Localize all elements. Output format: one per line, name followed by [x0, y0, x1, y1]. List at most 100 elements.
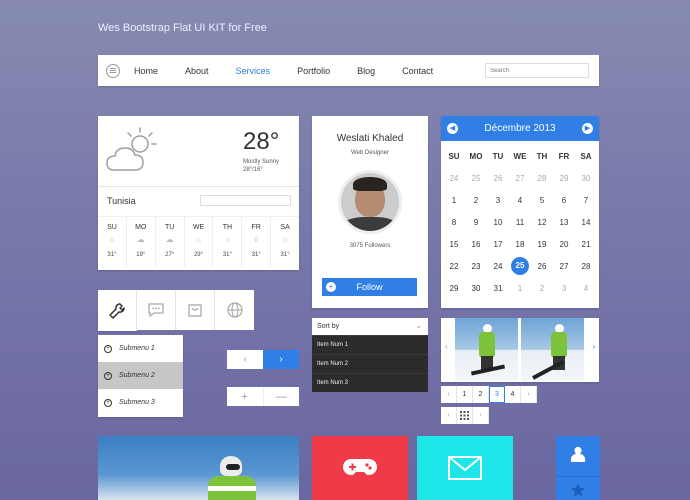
photo-tile: [98, 436, 299, 500]
dropdown-item[interactable]: Item Num 1: [312, 335, 428, 354]
calendar-day[interactable]: 27: [553, 255, 575, 277]
games-tile[interactable]: [312, 436, 408, 500]
calendar-day[interactable]: 10: [487, 211, 509, 233]
calendar-day[interactable]: 23: [465, 255, 487, 277]
dropdown-toggle[interactable]: Sort by ⌄: [312, 318, 428, 335]
calendar-day[interactable]: 24: [443, 167, 465, 189]
nav-about[interactable]: About: [185, 66, 209, 76]
calendar-day[interactable]: 29: [443, 277, 465, 299]
nav-home[interactable]: Home: [134, 66, 158, 76]
chat-icon[interactable]: [137, 290, 176, 330]
wrench-icon[interactable]: [98, 290, 137, 331]
calendar-day[interactable]: 14: [575, 211, 597, 233]
submenu: + Submenu 1 + Submenu 2 + Submenu 3: [98, 335, 183, 417]
calendar-day[interactable]: 15: [443, 233, 465, 255]
slider-next-icon[interactable]: ›: [592, 342, 595, 351]
page-prev[interactable]: ‹: [441, 386, 457, 403]
dropdown-item[interactable]: Item Num 3: [312, 373, 428, 392]
calendar-day[interactable]: 13: [553, 211, 575, 233]
dropdown-label: Sort by: [317, 323, 340, 330]
mini-prev[interactable]: ‹: [441, 407, 457, 424]
calendar-day[interactable]: 1: [509, 277, 531, 299]
grid-icon[interactable]: [457, 407, 473, 424]
calendar-day[interactable]: 9: [465, 211, 487, 233]
prev-month-icon[interactable]: ◀: [447, 123, 458, 134]
page-link[interactable]: 1: [457, 386, 473, 403]
day-temp: 29°: [193, 252, 204, 258]
page-next[interactable]: ›: [521, 386, 537, 403]
nav-portfolio[interactable]: Portfolio: [297, 66, 330, 76]
submenu-item[interactable]: + Submenu 3: [98, 389, 183, 416]
slider-prev-icon[interactable]: ‹: [445, 342, 448, 351]
calendar-day[interactable]: 4: [509, 189, 531, 211]
calendar-day[interactable]: 19: [531, 233, 553, 255]
followers-count: 3075 Followers: [349, 243, 391, 249]
calendar-day[interactable]: 8: [443, 211, 465, 233]
day-temp: 19°: [136, 252, 146, 258]
calendar-day[interactable]: 30: [575, 167, 597, 189]
nav-contact[interactable]: Contact: [402, 66, 433, 76]
divider: [98, 186, 299, 187]
calendar-day[interactable]: 17: [487, 233, 509, 255]
calendar-day[interactable]: 2: [465, 189, 487, 211]
calendar-day[interactable]: 12: [531, 211, 553, 233]
star-icon[interactable]: [570, 482, 586, 498]
profile-name: Weslati Khaled: [336, 133, 404, 144]
action-tiles: [556, 436, 600, 500]
calendar-day[interactable]: 22: [443, 255, 465, 277]
nav-blog[interactable]: Blog: [357, 66, 375, 76]
calendar-day[interactable]: 30: [465, 277, 487, 299]
calendar-day[interactable]: 7: [575, 189, 597, 211]
page-link[interactable]: 4: [505, 386, 521, 403]
submenu-item[interactable]: + Submenu 2: [98, 362, 183, 389]
minus-button[interactable]: —: [263, 387, 299, 406]
calendar-day[interactable]: 5: [531, 189, 553, 211]
calendar-day[interactable]: 18: [509, 233, 531, 255]
calendar-day[interactable]: 24: [487, 255, 509, 277]
menu-icon[interactable]: [106, 63, 120, 78]
dropdown-item[interactable]: Item Num 2: [312, 354, 428, 373]
page-link[interactable]: 2: [473, 386, 489, 403]
bag-icon[interactable]: [176, 290, 215, 330]
calendar-day[interactable]: 29: [553, 167, 575, 189]
calendar-day[interactable]: 28: [531, 167, 553, 189]
calendar-day[interactable]: 1: [443, 189, 465, 211]
prev-button[interactable]: ‹: [227, 350, 263, 369]
calendar-day[interactable]: 16: [465, 233, 487, 255]
mail-tile[interactable]: [417, 436, 513, 500]
submenu-item[interactable]: + Submenu 1: [98, 335, 183, 362]
calendar-day[interactable]: 26: [531, 255, 553, 277]
calendar-dow: TU: [492, 151, 504, 161]
user-icon[interactable]: [570, 446, 586, 462]
calendar-day[interactable]: 6: [553, 189, 575, 211]
calendar-day[interactable]: 11: [509, 211, 531, 233]
calendar-day[interactable]: 2: [531, 277, 553, 299]
temperature-range: 28°/16°: [243, 167, 263, 173]
calendar-day[interactable]: 3: [487, 189, 509, 211]
mini-next[interactable]: ›: [473, 407, 489, 424]
submenu-label: Submenu 3: [119, 399, 155, 406]
search-input[interactable]: [485, 63, 589, 78]
page-link-active[interactable]: 3: [489, 386, 505, 403]
globe-icon[interactable]: [215, 290, 254, 330]
calendar-day[interactable]: 28: [575, 255, 597, 277]
calendar-day-selected[interactable]: 25: [509, 255, 531, 277]
follow-button[interactable]: + Follow: [322, 278, 417, 296]
day-label: TU: [164, 224, 175, 231]
calendar-day[interactable]: 21: [575, 233, 597, 255]
plus-button[interactable]: +: [227, 387, 264, 406]
nav-services[interactable]: Services: [236, 66, 271, 76]
forecast-day: SA ☼ 31°: [271, 217, 299, 267]
calendar-day[interactable]: 26: [487, 167, 509, 189]
city-input[interactable]: [200, 195, 291, 206]
calendar-day[interactable]: 27: [509, 167, 531, 189]
calendar-day[interactable]: 4: [575, 277, 597, 299]
calendar-day[interactable]: 31: [487, 277, 509, 299]
next-button[interactable]: ›: [263, 350, 299, 369]
calendar-day[interactable]: 3: [553, 277, 575, 299]
day-label: FR: [251, 224, 261, 231]
mini-pager: ‹ ›: [441, 407, 489, 424]
calendar-day[interactable]: 20: [553, 233, 575, 255]
next-month-icon[interactable]: ▶: [582, 123, 593, 134]
calendar-day[interactable]: 25: [465, 167, 487, 189]
